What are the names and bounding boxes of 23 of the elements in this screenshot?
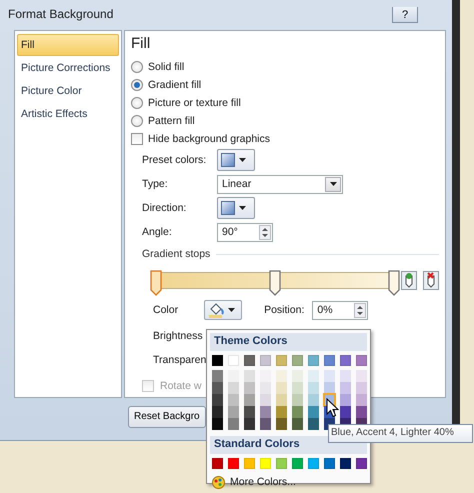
checkbox-label: Rotate w: [160, 380, 202, 392]
field-value: 90°: [222, 226, 238, 238]
group-label: Gradient stops: [142, 248, 210, 260]
field-label: Position:: [264, 304, 304, 316]
field-value: 0%: [317, 304, 333, 316]
select-value: Linear: [222, 178, 252, 190]
field-label: Preset colors:: [142, 154, 208, 166]
window-title: Format Background: [8, 7, 114, 23]
section-heading: Fill: [131, 35, 152, 54]
field-label: Type:: [142, 178, 169, 190]
tooltip: Blue, Accent 4, Lighter 40%: [328, 424, 473, 443]
field-label: Transparen: [153, 354, 206, 366]
checkbox-label: Hide background graphics: [148, 132, 270, 146]
radio-label: Gradient fill: [148, 78, 202, 92]
menu-heading: Standard Colors: [210, 436, 367, 454]
field-label: Angle:: [142, 226, 173, 238]
field-label: Color: [153, 304, 178, 316]
radio-label: Solid fill: [148, 60, 184, 74]
field-label: Direction:: [142, 202, 188, 214]
menu-heading: Theme Colors: [210, 333, 367, 351]
field-label: Brightness: [153, 330, 203, 342]
radio-label: Pattern fill: [148, 114, 195, 128]
radio-label: Picture or texture fill: [148, 96, 241, 110]
